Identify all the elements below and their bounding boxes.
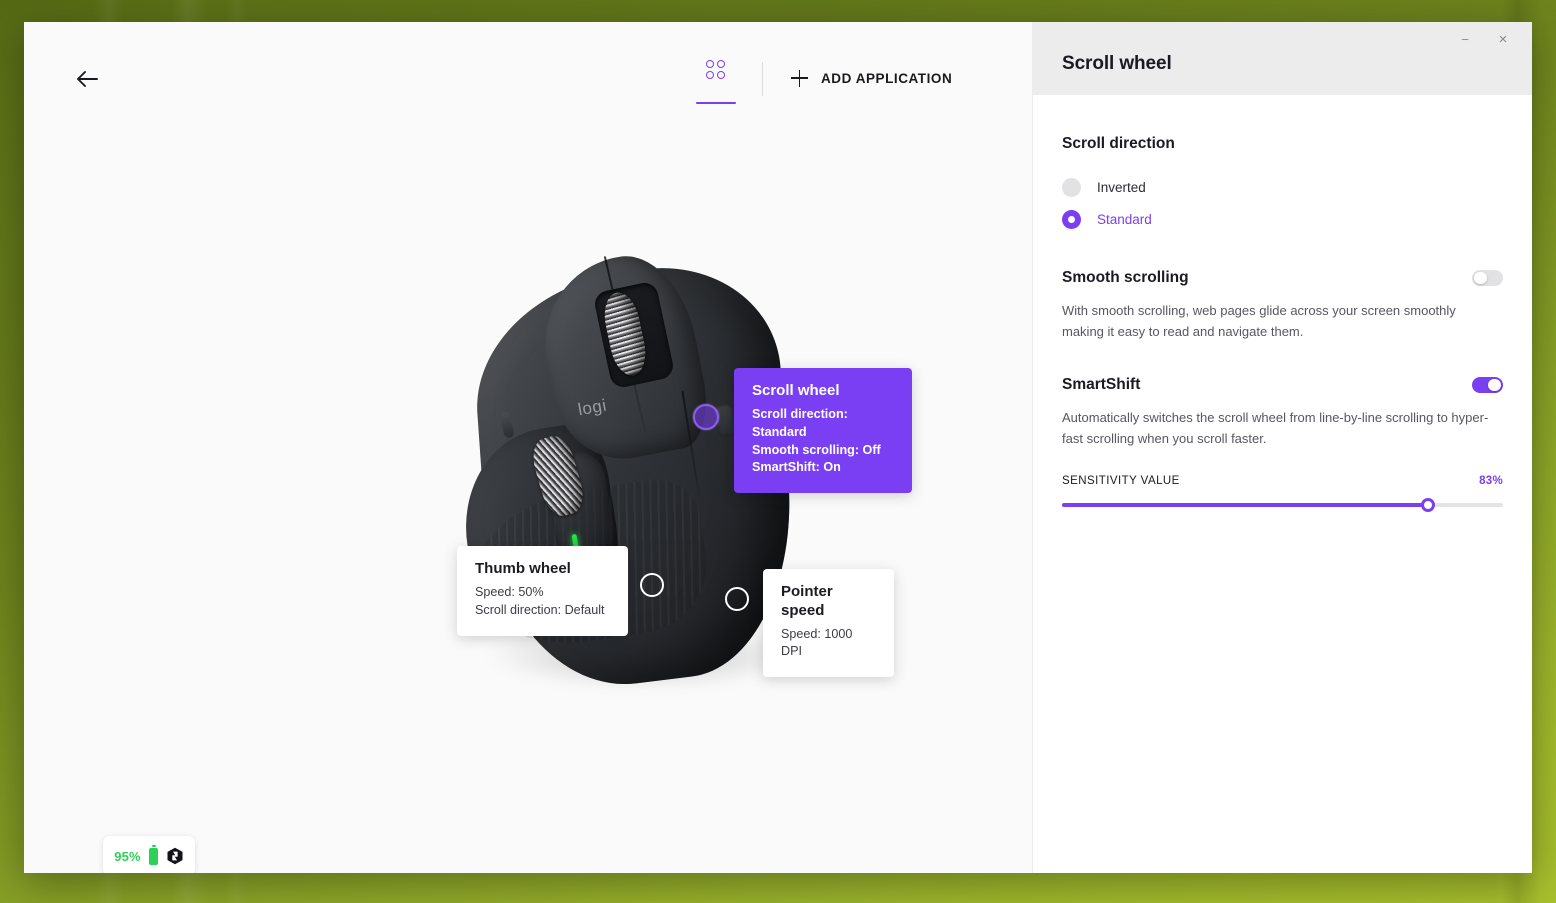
radio-option-inverted[interactable]: Inverted [1062,171,1503,203]
sensitivity-slider[interactable] [1062,498,1503,513]
panel-header: Scroll wheel − × [1033,22,1532,95]
callout-line: Smooth scrolling: Off [752,442,881,457]
radio-option-standard[interactable]: Standard [1062,203,1503,235]
toggle-knob [1488,378,1502,392]
back-button[interactable] [70,62,104,96]
smartshift-toggle[interactable] [1472,377,1503,394]
smooth-scrolling-toggle[interactable] [1472,270,1503,286]
sensitivity-value: 83% [1479,475,1503,488]
battery-percent-label: 95% [114,848,141,864]
callout-scroll-wheel[interactable]: Scroll wheel Scroll direction: Standard … [734,368,912,494]
hotspot-scroll-wheel[interactable] [693,404,719,430]
flow-logo-icon [167,847,183,865]
callout-line: Scroll direction: Default [475,602,605,617]
radio-label: Inverted [1097,179,1146,195]
callout-pointer-speed[interactable]: Pointer speed Speed: 1000 DPI [763,569,894,678]
add-application-button[interactable]: ADD APPLICATION [791,69,953,89]
callout-title: Pointer speed [781,583,833,619]
main-content-area: ADD APPLICATION logi Scroll wheel Scroll… [24,22,1032,873]
arrow-left-icon [77,71,98,87]
minimize-button[interactable]: − [1452,27,1478,51]
toolbar-divider [762,62,763,96]
radio-indicator [1062,177,1081,197]
toolbar-right-group: ADD APPLICATION [694,50,952,108]
callout-line: Speed: 50% [475,584,544,599]
settings-side-panel: Scroll wheel − × Scroll direction Invert… [1032,22,1532,873]
scroll-direction-section: Scroll direction Inverted Standard [1062,135,1503,235]
radio-indicator [1062,209,1081,229]
callout-title: Scroll wheel [752,382,840,399]
smartshift-title: SmartShift [1062,376,1141,394]
smooth-scrolling-description: With smooth scrolling, web pages glide a… [1062,303,1456,340]
radio-label: Standard [1097,211,1152,227]
tab-active-indicator [696,101,736,104]
callout-line: Speed: 1000 DPI [781,626,853,659]
device-stage: logi Scroll wheel Scroll direction: Stan… [24,110,1032,810]
scroll-direction-title: Scroll direction [1062,135,1175,152]
smooth-scrolling-title: Smooth scrolling [1062,269,1189,286]
grid-dots-icon [706,60,726,80]
sensitivity-slider-area: SENSITIVITY VALUE 83% [1062,475,1503,513]
plus-icon [791,69,808,87]
logitech-options-window: ADD APPLICATION logi Scroll wheel Scroll… [24,22,1532,873]
callout-line: Scroll direction: Standard [752,406,848,439]
panel-body: Scroll direction Inverted Standard Smoot… [1033,95,1532,513]
hotspot-pointer-speed[interactable] [725,587,749,611]
window-controls: − × [1452,27,1516,51]
smooth-scrolling-section: Smooth scrolling With smooth scrolling, … [1062,269,1503,342]
slider-fill [1062,503,1429,508]
panel-title: Scroll wheel [1062,52,1172,74]
callout-thumb-wheel[interactable]: Thumb wheel Speed: 50% Scroll direction:… [457,546,628,636]
close-button[interactable]: × [1490,27,1516,51]
hotspot-thumb-wheel[interactable] [640,573,664,597]
tab-devices[interactable] [694,50,738,108]
callout-line: SmartShift: On [752,460,841,475]
sensitivity-label: SENSITIVITY VALUE [1062,475,1180,488]
callout-title: Thumb wheel [475,560,571,577]
smartshift-description: Automatically switches the scroll wheel … [1062,410,1489,447]
battery-icon [148,844,158,865]
slider-handle[interactable] [1421,498,1436,513]
add-application-label: ADD APPLICATION [821,70,953,86]
smartshift-section: SmartShift Automatically switches the sc… [1062,376,1503,513]
battery-status-pill[interactable]: 95% [103,836,195,873]
toggle-knob [1473,271,1487,285]
top-toolbar: ADD APPLICATION [24,22,1032,110]
